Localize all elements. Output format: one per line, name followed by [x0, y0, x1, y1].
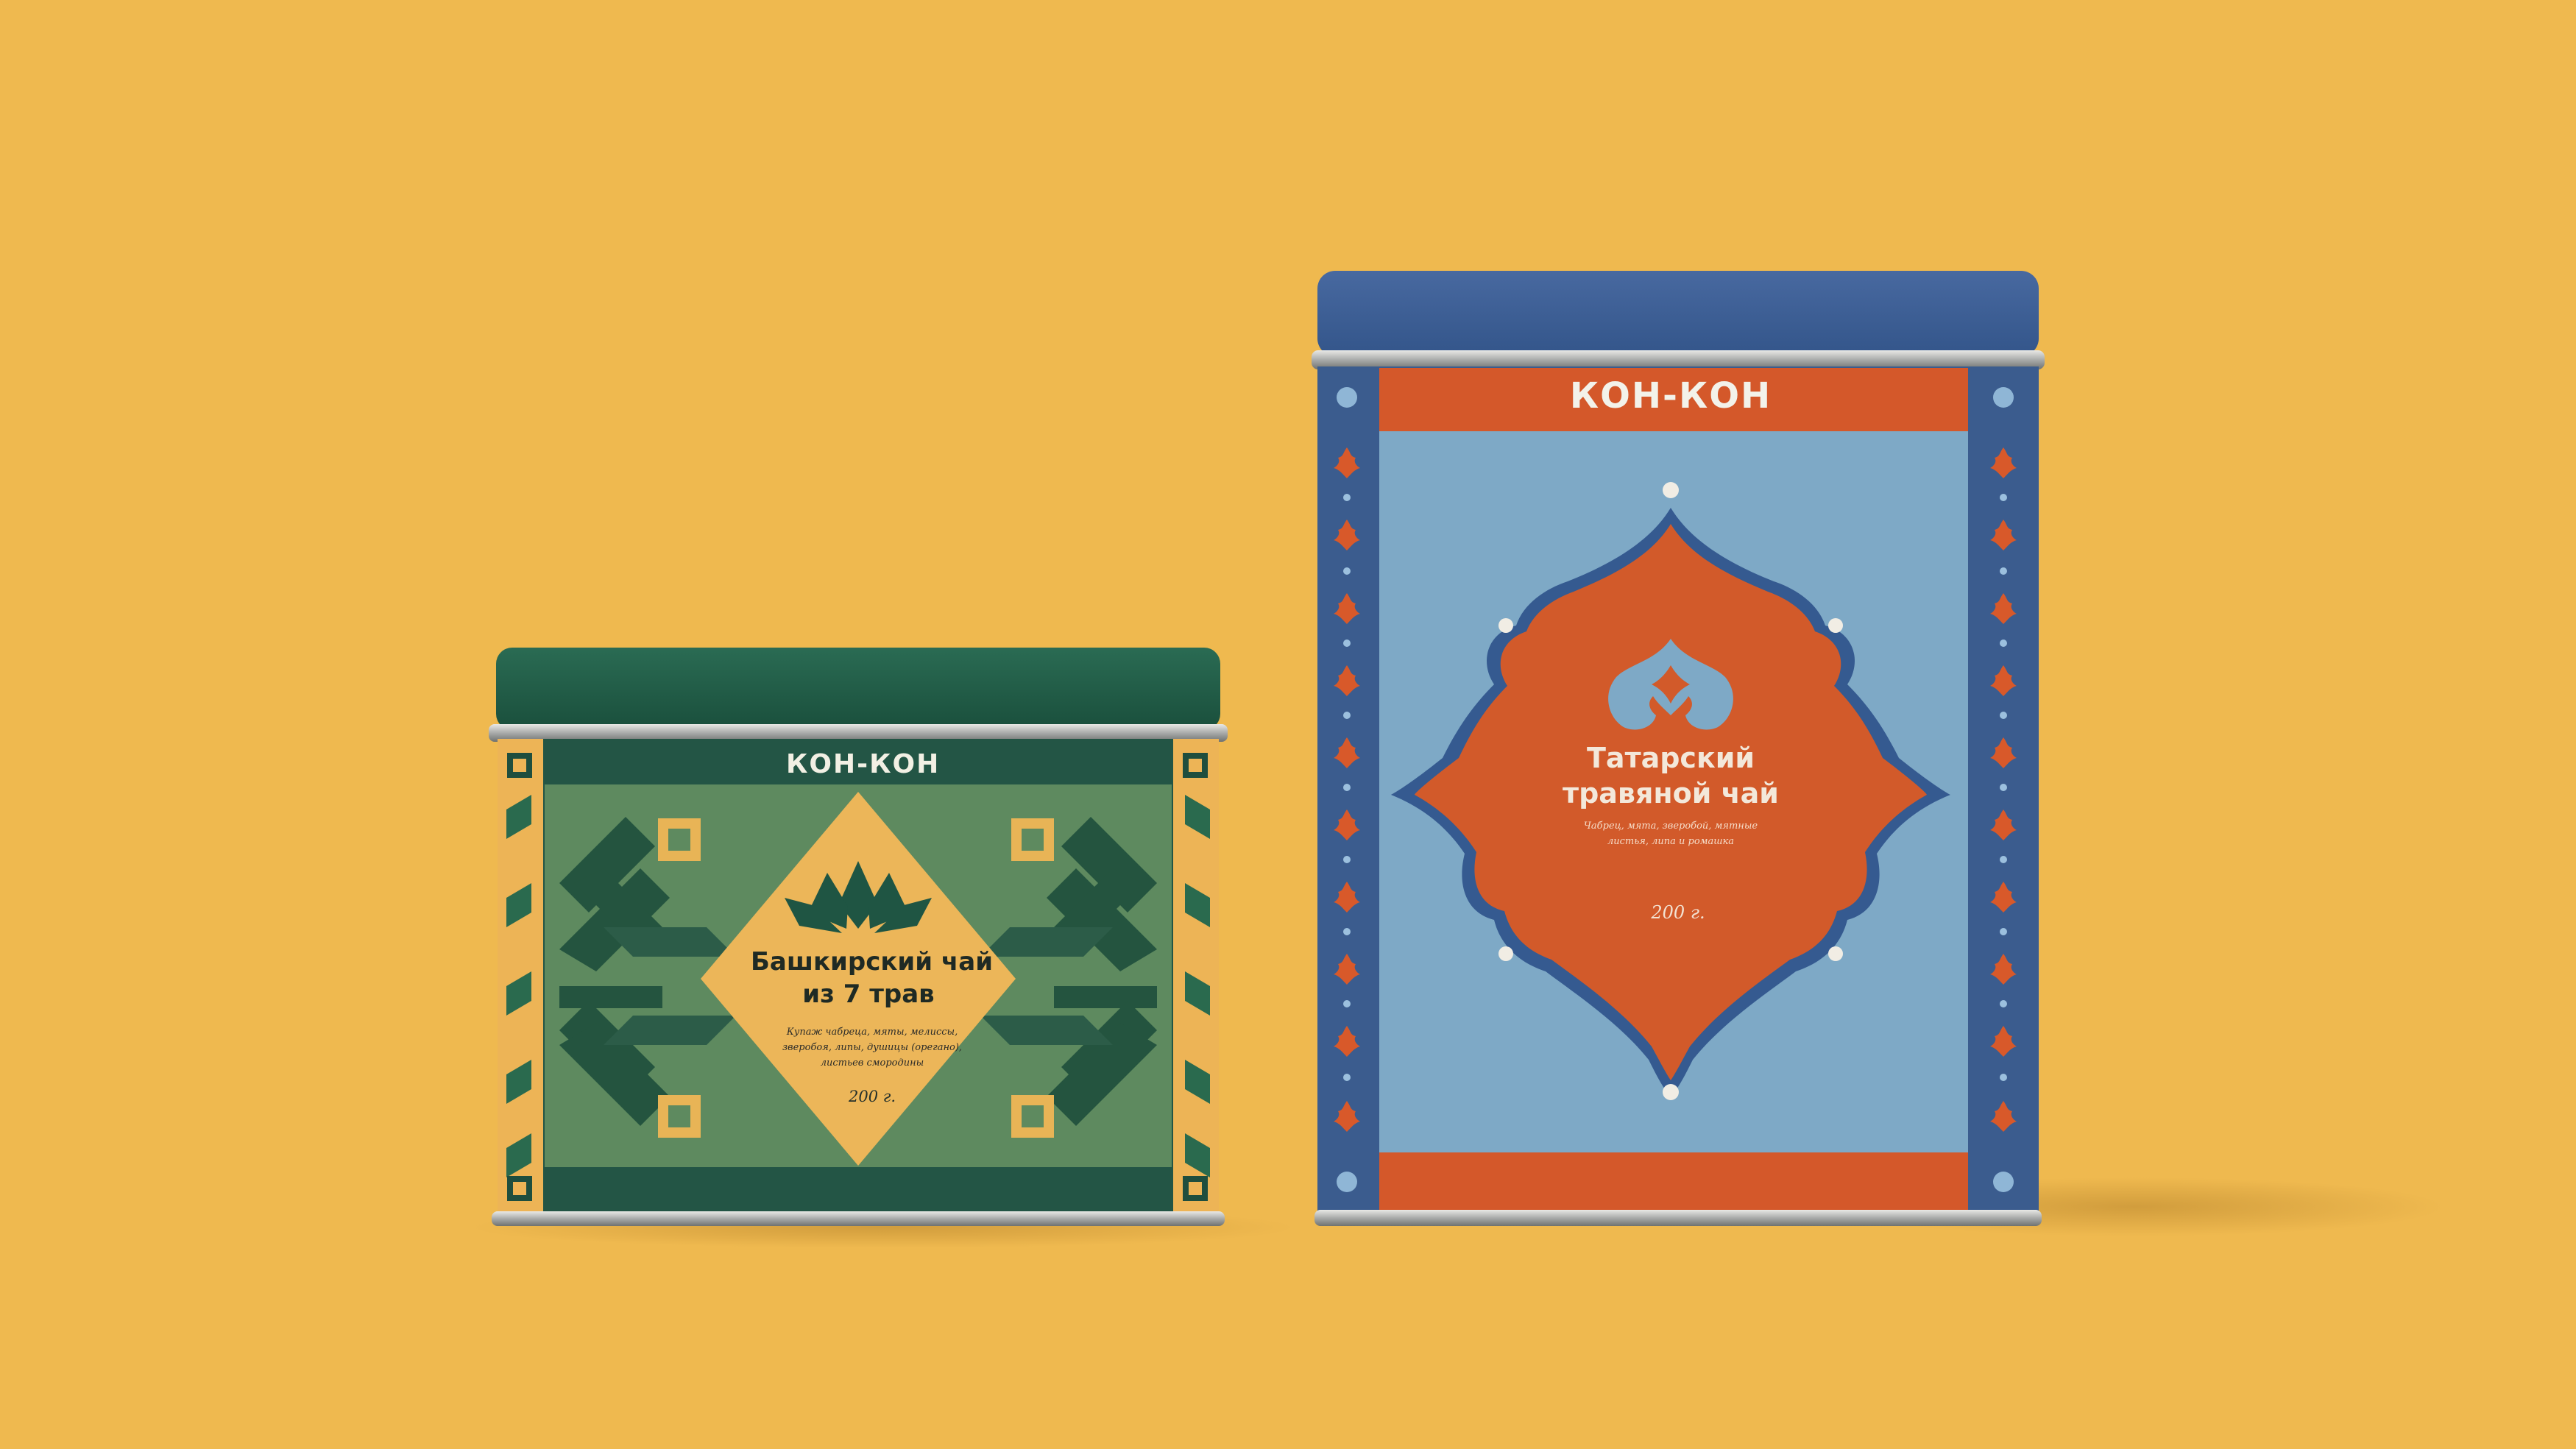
right-tin-title-line2: травяной чай	[1563, 777, 1779, 809]
right-tin-title-line1: Татарский	[1587, 742, 1755, 774]
right-tin-weight: 200 г.	[1651, 902, 1705, 923]
left-tin-title-line2: из 7 трав	[802, 979, 935, 1009]
left-tin	[489, 648, 1228, 1226]
right-tin-brand: КОН-КОН	[1569, 375, 1772, 417]
tins-illustration	[471, 271, 2444, 1248]
left-tin-brand: КОН-КОН	[786, 749, 941, 779]
product-scene: КОН-КОН Башкирский чай из 7 трав Купаж ч…	[0, 0, 2576, 1449]
left-tin-title-line1: Башкирский чай	[751, 947, 994, 977]
right-tin-title: Татарский травяной чай	[1531, 740, 1811, 811]
left-tin-description: Купаж чабреца, мяты, мелиссы, зверобоя, …	[782, 1027, 963, 1069]
right-tin-description: Чабрец, мята, зверобой, мятные листья, л…	[1583, 821, 1758, 847]
left-tin-title: Башкирский чай из 7 трав	[751, 946, 994, 1010]
left-tin-weight: 200 г.	[848, 1088, 896, 1105]
